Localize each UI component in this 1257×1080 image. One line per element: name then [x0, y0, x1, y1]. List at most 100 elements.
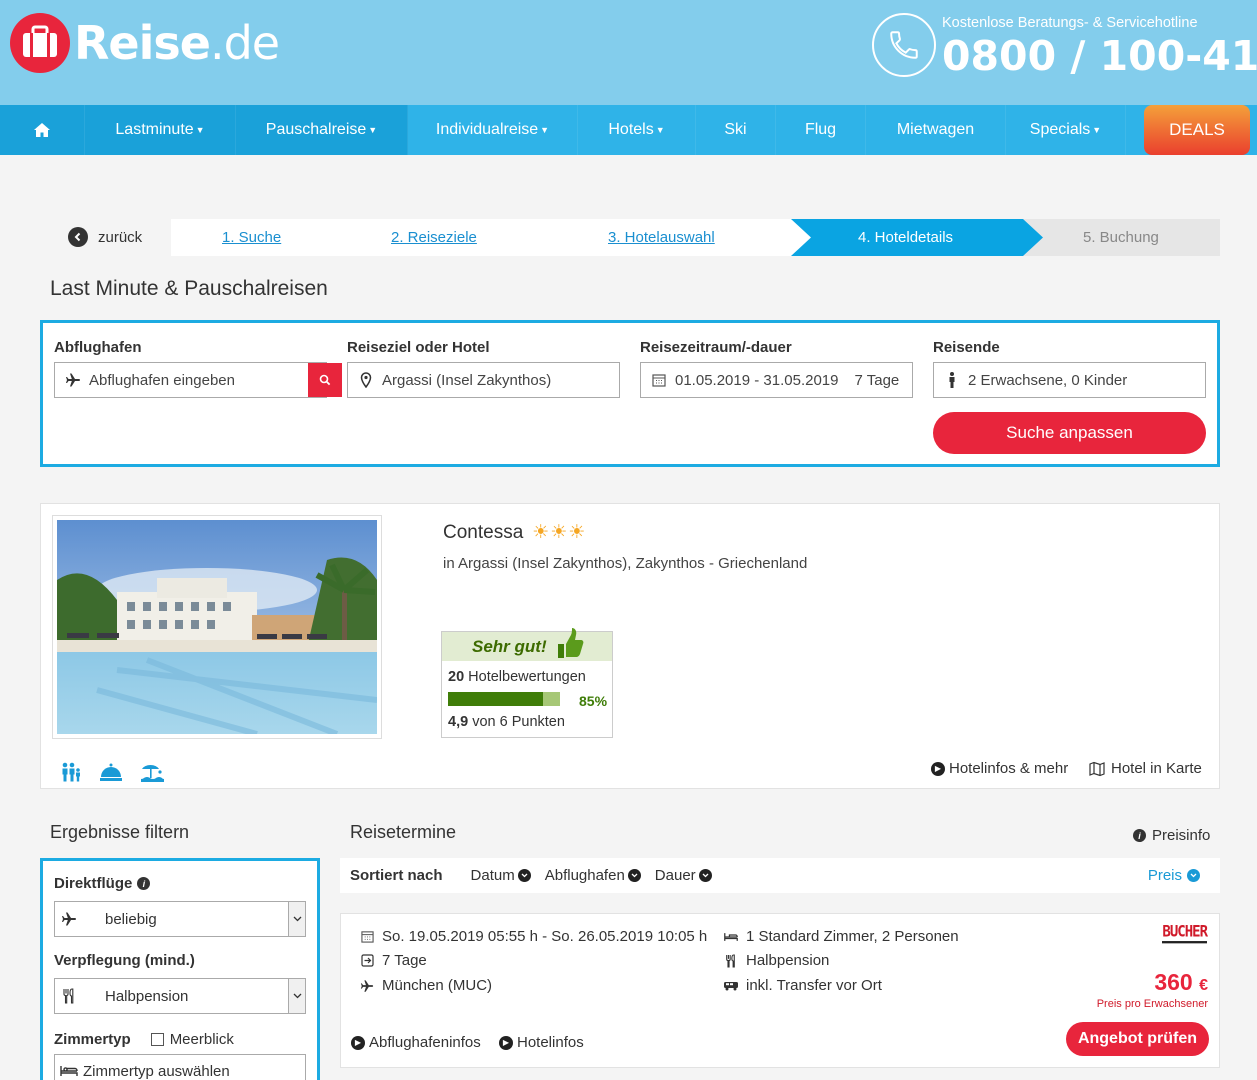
- filter-panel: Direktflüge i beliebig Verpflegung (mind…: [40, 858, 320, 1080]
- nav-item-mietwagen[interactable]: Mietwagen: [866, 105, 1006, 155]
- caret-down-icon: ▼: [1092, 125, 1102, 135]
- direct-flights-select[interactable]: beliebig: [54, 901, 306, 937]
- chevron-down-circle-icon: [517, 869, 531, 882]
- bus-icon: [723, 981, 739, 991]
- step-link[interactable]: 3. Hotelauswahl: [608, 229, 715, 246]
- hotel-service-icon[interactable]: [99, 760, 123, 784]
- caret-down-icon: ▼: [655, 125, 665, 135]
- offer-room: 1 Standard Zimmer, 2 Personen: [746, 928, 959, 945]
- chevron-left-icon: [68, 227, 88, 247]
- step-suche[interactable]: 1. Suche: [222, 219, 281, 256]
- beach-icon[interactable]: [139, 760, 164, 784]
- hotel-photo[interactable]: [52, 515, 382, 739]
- sea-view-checkbox[interactable]: [150, 1033, 164, 1046]
- suitcase-icon: [10, 13, 70, 73]
- sort-option-label: Datum: [470, 867, 515, 884]
- board-select[interactable]: Halbpension: [54, 978, 306, 1014]
- chevron-right-circle-icon: ▶: [499, 1035, 513, 1050]
- calendar-icon: [359, 930, 375, 943]
- offer-transfer: inkl. Transfer vor Ort: [746, 977, 882, 994]
- period-label: Reisezeitraum/-dauer: [640, 339, 792, 356]
- sort-label: Sortiert nach: [350, 867, 443, 884]
- offer-duration: 7 Tage: [382, 952, 427, 969]
- plane-icon: [63, 372, 83, 388]
- hotline-number[interactable]: 0800 / 100-4106: [942, 32, 1257, 80]
- recommendation-bar-fill: [448, 692, 544, 706]
- rating-verdict: Sehr gut!: [472, 636, 547, 656]
- home-icon: [34, 123, 50, 137]
- caret-down-icon: ▼: [195, 125, 205, 135]
- booking-steps: 1. Suche 2. Reiseziele 3. Hotelauswahl 4…: [171, 219, 1220, 256]
- departure-search-button[interactable]: [308, 363, 342, 397]
- nav-label: Hotels: [608, 121, 654, 138]
- nav-item-pauschalreise[interactable]: Pauschalreise ▼: [236, 105, 408, 155]
- room-type-placeholder: Zimmertyp auswählen: [83, 1062, 230, 1080]
- nav-label: Mietwagen: [896, 121, 975, 138]
- hotel-info-link[interactable]: ▶ Hotelinfos & mehr: [931, 760, 1068, 777]
- price-info-label: Preisinfo: [1152, 827, 1211, 844]
- check-offer-button[interactable]: Angebot prüfen: [1066, 1022, 1209, 1056]
- direct-flights-label: Direktflüge: [54, 875, 133, 892]
- deals-button[interactable]: DEALS: [1144, 105, 1250, 155]
- nav-item-flug[interactable]: Flug: [776, 105, 866, 155]
- period-value: 01.05.2019 - 31.05.2019: [675, 371, 839, 389]
- home-nav-button[interactable]: [0, 105, 85, 155]
- offer-board: Halbpension: [746, 952, 830, 969]
- destination-value: Argassi (Insel Zakynthos): [382, 371, 552, 389]
- info-icon[interactable]: i: [137, 877, 151, 890]
- travelers-input[interactable]: 2 Erwachsene, 0 Kinder: [933, 362, 1206, 398]
- site-header: Reise.de Kostenlose Beratungs- & Service…: [0, 0, 1257, 105]
- airport-info-label: Abflughafeninfos: [369, 1034, 481, 1051]
- logo-text-tld: .de: [209, 16, 280, 70]
- offer-hotel-info-link[interactable]: ▶ Hotelinfos: [499, 1034, 584, 1051]
- nav-label: Flug: [804, 121, 837, 138]
- period-input[interactable]: 01.05.2019 - 31.05.2019 7 Tage: [640, 362, 913, 398]
- recommendation-bar: [448, 692, 560, 706]
- destination-input[interactable]: Argassi (Insel Zakynthos): [347, 362, 620, 398]
- board-value: Halbpension: [105, 987, 189, 1005]
- departure-input[interactable]: Abflughafen eingeben: [54, 362, 342, 398]
- airport-info-link[interactable]: ▶ Abflughafeninfos: [351, 1034, 481, 1051]
- offer-hotel-info-label: Hotelinfos: [517, 1034, 584, 1051]
- departure-label: Abflughafen: [54, 339, 142, 356]
- cutlery-icon: [55, 988, 83, 1004]
- sort-by-duration[interactable]: Dauer: [655, 867, 712, 884]
- nav-label: Lastminute: [115, 121, 194, 138]
- nav-item-ski[interactable]: Ski: [696, 105, 776, 155]
- adjust-search-button[interactable]: Suche anpassen: [933, 412, 1206, 454]
- calendar-icon: [649, 373, 669, 387]
- step-hotelauswahl[interactable]: 3. Hotelauswahl: [608, 219, 715, 256]
- nav-item-hotels[interactable]: Hotels ▼: [578, 105, 696, 155]
- nav-item-specials[interactable]: Specials ▼: [1006, 105, 1126, 155]
- sort-by-date[interactable]: Datum: [471, 867, 531, 884]
- sort-by-price-active[interactable]: Preis: [1148, 867, 1200, 884]
- room-type-select[interactable]: Zimmertyp auswählen: [54, 1054, 306, 1080]
- hotel-card: Contessa ☀☀☀ in Argassi (Insel Zakynthos…: [40, 503, 1220, 789]
- map-pin-icon: [356, 372, 376, 388]
- chevron-down-icon: [288, 979, 305, 1013]
- offer-airport: München (MUC): [382, 977, 493, 994]
- step-link[interactable]: 2. Reiseziele: [391, 229, 477, 246]
- site-logo[interactable]: Reise.de: [10, 13, 280, 73]
- sort-by-airport[interactable]: Abflughafen: [545, 867, 641, 884]
- person-icon: [942, 372, 962, 388]
- hotel-map-link[interactable]: Hotel in Karte: [1089, 760, 1202, 777]
- thumbs-up-icon: [554, 626, 584, 660]
- board-label: Verpflegung (mind.): [54, 952, 195, 969]
- price-note: Preis pro Erwachsener: [1096, 998, 1208, 1010]
- logo-text-bold: Reise: [74, 16, 211, 70]
- step-link[interactable]: 1. Suche: [222, 229, 281, 246]
- hotel-rating-box[interactable]: Sehr gut! 20 Hotelbewertungen 85% 4,9 vo…: [441, 628, 613, 738]
- step-reiseziele[interactable]: 2. Reiseziele: [391, 219, 477, 256]
- nav-item-lastminute[interactable]: Lastminute ▼: [85, 105, 236, 155]
- back-link[interactable]: zurück: [68, 227, 142, 247]
- nav-item-individualreise[interactable]: Individualreise ▼: [408, 105, 578, 155]
- results-title: Reisetermine: [350, 822, 457, 842]
- hotline-label: Kostenlose Beratungs- & Servicehotline: [942, 15, 1198, 31]
- price-info-link[interactable]: i Preisinfo: [1133, 827, 1210, 844]
- step-buchung: 5. Buchung: [1083, 229, 1159, 246]
- chevron-down-circle-icon: [627, 869, 641, 882]
- destination-label: Reiseziel oder Hotel: [347, 339, 490, 356]
- family-icon[interactable]: [59, 760, 83, 784]
- recommendation-percent: 85%: [579, 693, 608, 709]
